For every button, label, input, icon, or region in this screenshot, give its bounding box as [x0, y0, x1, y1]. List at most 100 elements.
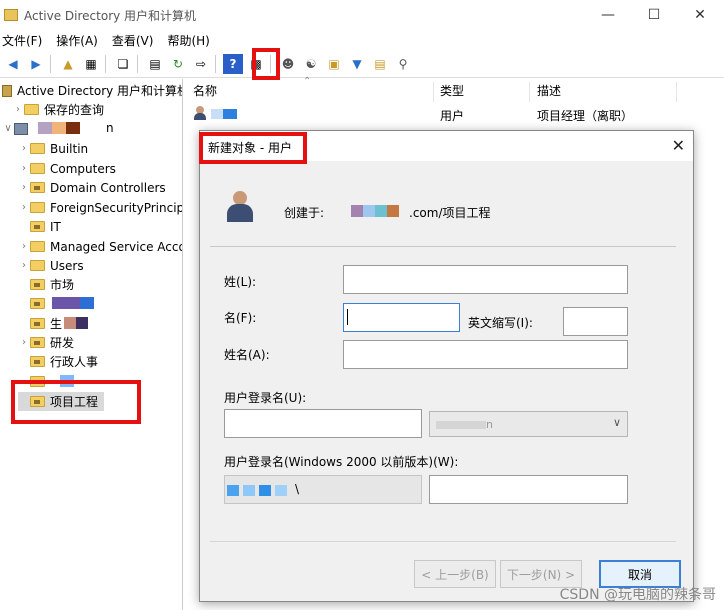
tree-item-foreign-security[interactable]: › ForeignSecurityPrincipa — [18, 198, 183, 217]
ou-folder-icon — [30, 337, 45, 348]
tree-item-users[interactable]: › Users — [18, 256, 84, 275]
domain-icon — [14, 122, 28, 135]
column-name[interactable]: 名称 — [193, 82, 217, 102]
tree-item-builtin[interactable]: › Builtin — [18, 139, 88, 158]
copy-icon[interactable]: ❏ — [113, 54, 133, 74]
show-tree-icon[interactable]: ▦ — [81, 54, 101, 74]
user-icon — [193, 106, 207, 120]
pre2000-logon-field[interactable] — [429, 475, 628, 504]
tree-item-label: Builtin — [50, 141, 89, 156]
tree-item-label: IT — [50, 219, 61, 234]
tree-item-label: Domain Controllers — [50, 180, 166, 195]
chevron-down-icon: ∨ — [612, 416, 621, 429]
pre2000-domain-field: \ — [224, 475, 422, 504]
sort-arrow-icon: ⌃ — [303, 76, 312, 87]
tree-item-admin[interactable]: 行政人事 — [18, 352, 98, 371]
menu-action[interactable]: 操作(A) — [56, 32, 98, 49]
chevron-right-icon: › — [22, 337, 26, 348]
tree-item-domain[interactable]: ∨ n — [2, 119, 113, 138]
tree-item-redacted[interactable] — [18, 294, 94, 313]
dialog-close-icon[interactable]: ✕ — [672, 136, 685, 155]
console-tree: Active Directory 用户和计算机 › 保存的查询 ∨ n › Bui… — [0, 79, 183, 610]
divider — [210, 246, 676, 247]
full-name-field[interactable] — [343, 340, 628, 369]
chevron-right-icon: › — [22, 202, 26, 213]
filter-icon[interactable]: ▼ — [347, 54, 367, 74]
initials-label: 英文缩写(I): — [468, 316, 533, 330]
tree-item-label: ForeignSecurityPrincipa — [50, 200, 183, 215]
back-arrow-icon[interactable]: ◀ — [3, 54, 23, 74]
chevron-right-icon: › — [22, 182, 26, 193]
minimize-button[interactable]: — — [585, 0, 631, 30]
export-icon[interactable]: ⇨ — [191, 54, 211, 74]
domain-suffix: n — [106, 121, 114, 135]
row-desc: 项目经理（离职） — [537, 109, 634, 123]
chevron-right-icon: › — [22, 241, 26, 252]
tree-item-label: Managed Service Acco — [50, 239, 183, 254]
window-title: Active Directory 用户和计算机 — [24, 8, 197, 23]
first-name-label: 名(F): — [224, 311, 257, 325]
ou-folder-icon — [30, 221, 45, 232]
toolbar: ◀ ▶ ▲ ▦ ❏ ▤ ↻ ⇨ ? ▩ ☻ ☯ ▣ ▼ ▤ ⚲ — [0, 50, 724, 78]
folder-icon — [30, 260, 45, 271]
tree-item-domain-controllers[interactable]: › Domain Controllers — [18, 178, 166, 197]
new-ou-icon[interactable]: ▣ — [324, 54, 344, 74]
tree-item-label: 保存的查询 — [44, 103, 105, 117]
folder-icon — [30, 241, 45, 252]
menu-file[interactable]: 文件(F) — [2, 32, 42, 49]
tree-root[interactable]: Active Directory 用户和计算机 — [2, 81, 183, 100]
row-type: 用户 — [440, 109, 465, 123]
tree-item-label: 行政人事 — [50, 355, 99, 369]
dialog-title-highlight — [199, 132, 307, 164]
divider — [210, 541, 676, 542]
folder-icon — [30, 143, 45, 154]
ou-folder-icon — [30, 298, 45, 309]
logon-name-field[interactable] — [224, 409, 422, 438]
tree-item-label: 生 — [50, 317, 63, 331]
new-user-highlight — [252, 48, 280, 80]
tree-item-rnd[interactable]: › 研发 — [18, 333, 74, 352]
user-icon — [227, 191, 253, 223]
last-name-field[interactable] — [343, 265, 628, 294]
column-desc[interactable]: 描述 — [537, 82, 561, 102]
text-caret — [347, 309, 348, 325]
maximize-button[interactable]: ☐ — [631, 0, 677, 30]
add-to-group-icon[interactable]: ▤ — [370, 54, 390, 74]
chevron-right-icon: › — [22, 260, 26, 271]
up-folder-icon[interactable]: ▲ — [58, 54, 78, 74]
close-button[interactable]: ✕ — [677, 0, 723, 30]
new-user-icon[interactable]: ☻ — [278, 54, 298, 74]
menu-help[interactable]: 帮助(H) — [167, 32, 209, 49]
refresh-icon[interactable]: ↻ — [168, 54, 188, 74]
tree-item-label: Users — [50, 258, 84, 273]
new-group-icon[interactable]: ☯ — [301, 54, 321, 74]
tree-item-managed-service[interactable]: › Managed Service Acco — [18, 237, 183, 256]
forward-arrow-icon[interactable]: ▶ — [26, 54, 46, 74]
first-name-field[interactable] — [343, 303, 460, 332]
properties-icon[interactable]: ▤ — [145, 54, 165, 74]
chevron-right-icon: › — [16, 104, 20, 115]
ou-folder-icon — [30, 318, 45, 329]
menu-view[interactable]: 查看(V) — [112, 32, 154, 49]
tree-item-market[interactable]: 市场 — [18, 275, 74, 294]
tree-item-it[interactable]: IT — [18, 217, 61, 236]
ad-icon — [2, 84, 12, 97]
tree-item-computers[interactable]: › Computers — [18, 159, 116, 178]
help-icon[interactable]: ? — [223, 53, 243, 74]
logon-name-label: 用户登录名(U): — [224, 391, 307, 405]
back-button[interactable]: < 上一步(B) — [414, 560, 496, 588]
column-type[interactable]: 类型 — [440, 82, 464, 102]
initials-field[interactable] — [563, 307, 628, 336]
created-in-label: 创建于: — [284, 206, 325, 220]
upn-suffix-select[interactable]: n ∨ — [429, 411, 628, 437]
tree-item-sheng[interactable]: 生 — [18, 314, 88, 333]
project-ou-highlight — [11, 380, 141, 424]
tree-item-label: Computers — [50, 161, 116, 176]
chevron-right-icon: › — [22, 143, 26, 154]
tree-item-saved-queries[interactable]: › 保存的查询 — [12, 100, 104, 119]
tree-item-label: 研发 — [50, 336, 75, 350]
find-users-icon[interactable]: ⚲ — [393, 54, 413, 74]
folder-icon — [30, 163, 45, 174]
full-name-label: 姓名(A): — [224, 348, 270, 362]
tree-root-label: Active Directory 用户和计算机 — [17, 84, 183, 98]
